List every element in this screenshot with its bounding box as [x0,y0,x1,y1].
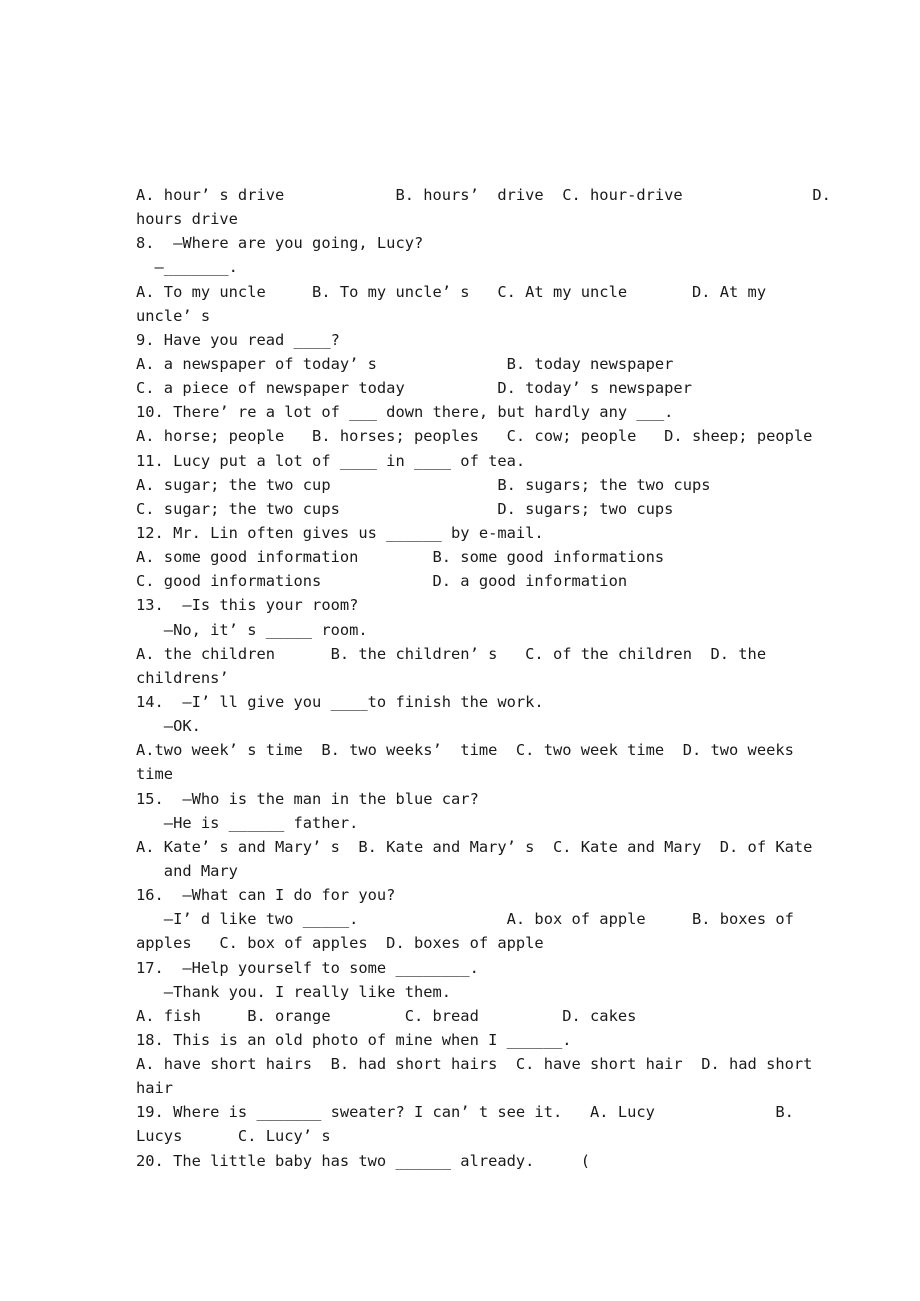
text-line: time [136,765,174,784]
text-line: –Thank you. I really like them. [136,982,452,1001]
text-line: –No, it’ s _____ room. [136,620,368,639]
text-line: and Mary [136,861,238,880]
text-line: 8. –Where are you going, Lucy? [136,234,424,253]
text-line: 20. The little baby has two ______ alrea… [136,1151,591,1170]
text-line: 19. Where is _______ sweater? I can’ t s… [136,1103,794,1122]
text-line: 15. –Who is the man in the blue car? [136,789,479,808]
text-line: childrens’ [136,668,229,687]
text-line: –He is ______ father. [136,813,359,832]
text-line: 10. There’ re a lot of ___ down there, b… [136,403,674,422]
text-line: 11. Lucy put a lot of ____ in ____ of te… [136,451,526,470]
text-line: 18. This is an old photo of mine when I … [136,1030,572,1049]
document-page: A. hour’ s drive B. hours’ drive C. hour… [0,0,920,1301]
text-line: Lucys C. Lucy’ s [136,1127,331,1146]
text-line: –_______. [136,258,238,277]
text-line: C. good informations D. a good informati… [136,572,628,591]
text-line: C. sugar; the two cups D. sugars; two cu… [136,499,674,518]
text-line: 12. Mr. Lin often gives us ______ by e-m… [136,523,544,542]
text-line: 17. –Help yourself to some ________. [136,958,479,977]
text-line: A. have short hairs B. had short hairs C… [136,1055,813,1074]
text-line: uncle’ s [136,306,211,325]
text-line: A.two week’ s time B. two weeks’ time C.… [136,741,794,760]
text-line: A. To my uncle B. To my uncle’ s C. At m… [136,282,767,301]
text-line: A. horse; people B. horses; peoples C. c… [136,427,813,446]
text-line: A. hour’ s drive B. hours’ drive C. hour… [136,186,831,204]
text-line: A. fish B. orange C. bread D. cakes [136,1006,637,1025]
text-line: 13. –Is this your room? [136,596,359,615]
text-line: C. a piece of newspaper today D. today’ … [136,379,692,398]
document-text-body: A. hour’ s drive B. hours’ drive C. hour… [136,183,831,1173]
text-line: A. Kate’ s and Mary’ s B. Kate and Mary’… [136,837,813,856]
text-line: A. the children B. the children’ s C. of… [136,644,767,663]
text-line: 9. Have you read ____? [136,330,340,349]
text-line: 16. –What can I do for you? [136,886,396,905]
text-line: –OK. [136,717,201,736]
text-line: A. some good information B. some good in… [136,548,665,567]
text-line: –I’ d like two _____. A. box of apple B.… [136,910,794,929]
text-line: hours drive [136,210,238,229]
text-line: A. sugar; the two cup B. sugars; the two… [136,475,711,494]
text-line: A. a newspaper of today’ s B. today news… [136,354,674,373]
text-line: 14. –I’ ll give you ____to finish the wo… [136,692,544,711]
text-line: hair [136,1079,174,1098]
text-line: apples C. box of apples D. boxes of appl… [136,934,544,953]
